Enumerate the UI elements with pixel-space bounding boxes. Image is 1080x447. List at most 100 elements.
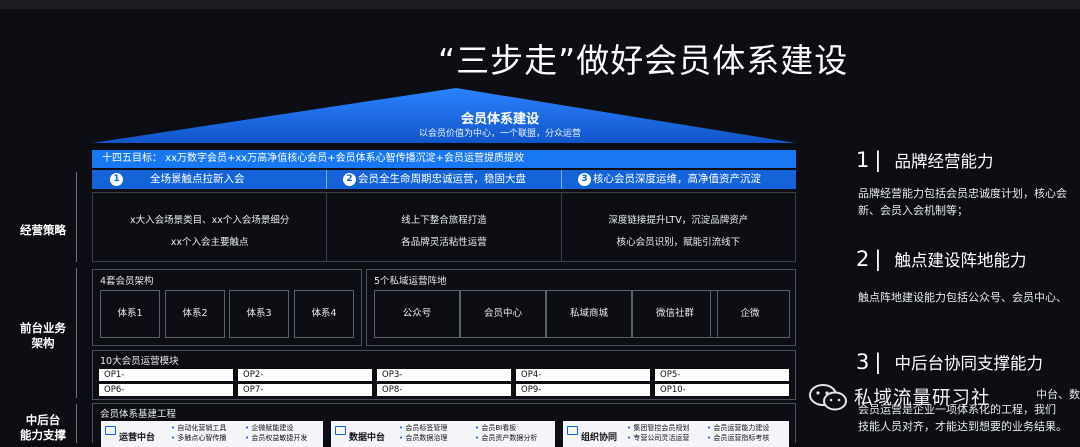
base-panel-title: 会员体系基建工程 [100, 409, 177, 420]
private-item: 会员中心 [460, 290, 546, 338]
base-tile-org: 组织协同 集团管控会员规划 专营公司灵活运营 会员运营能力建设 会员运营指标考核 [563, 421, 789, 447]
strategy-line: xx个入会主要触点 [170, 237, 249, 248]
roof-title: 会员体系建设 [460, 112, 539, 127]
section-number: 1 [856, 148, 870, 172]
op-item: OP2- [238, 369, 372, 381]
tile-item: 企微赋能建设 [245, 423, 307, 433]
right-section-2: 2 | 触点建设阵地能力 [856, 247, 1027, 271]
tile-item: 自动化营销工具 [171, 423, 226, 433]
op-item: OP6- [99, 384, 233, 396]
op-item: OP9- [516, 384, 650, 396]
goal-bar: 十四五目标： xx万数字会员+xx万高净值核心会员+会员体系心智传播沉淀+会员运… [92, 150, 796, 168]
tile-item: 多触点心智传播 [171, 433, 226, 443]
section-divider: | [874, 350, 882, 374]
private-panel-title: 5个私域运营阵地 [374, 276, 447, 287]
row-label-middle: 中后台 能力支撑 [0, 413, 86, 443]
op-item: OP10- [655, 384, 789, 396]
private-item: 企微 [710, 290, 790, 338]
step-label-3: 核心会员深度运维，高净值资产沉淀 [593, 173, 761, 185]
step-1: 1 全场景触点拉新入会 [92, 170, 327, 189]
strategy-line: 核心会员识别，赋能引流线下 [616, 237, 741, 248]
tile-item: 会员数据治理 [399, 433, 447, 443]
strategy-line: 深度链接提升LTV，沉淀品牌资产 [608, 215, 749, 226]
step-number-1: 1 [110, 173, 123, 186]
tile-item: 会员权益敏捷开发 [245, 433, 307, 443]
section-number: 2 [856, 247, 870, 271]
desc-line: 触点阵地建设能力包括公众号、会员中心、 [858, 291, 1067, 304]
strategy-line: x大入会场景类目、xx个入会场景细分 [129, 215, 290, 226]
arch-item: 体系2 [165, 290, 225, 338]
tile-item: 会员运营能力建设 [707, 423, 769, 433]
section-divider: | [874, 148, 882, 172]
tile-items: 自动化营销工具 多触点心智传播 [171, 423, 226, 443]
tile-item: 集团管控会员规划 [627, 423, 689, 433]
wechat-icon [809, 384, 847, 411]
tile-name: 数据中台 [349, 433, 386, 443]
tile-items: 会员运营能力建设 会员运营指标考核 [707, 423, 769, 443]
row-label-front: 前台业务 架构 [0, 321, 86, 351]
roof-subtitle: 以会员价值为中心，一个联盟，分众运营 [418, 129, 581, 139]
tile-items: 企微赋能建设 会员权益敏捷开发 [245, 423, 307, 443]
tile-items: 会员标签管理 会员数据治理 [399, 423, 447, 443]
row-label-line: 能力支撑 [20, 428, 66, 442]
tile-item: 会员标签管理 [399, 423, 447, 433]
private-item: 微信社群 [632, 290, 718, 338]
watermark-text: 私域流量研习社 [854, 388, 991, 409]
ops-panel-title: 10大会员运营模块 [100, 356, 179, 367]
op-item: OP5- [655, 369, 789, 381]
watermark: 私域流量研习社 [808, 382, 991, 412]
tile-item: 专营公司灵活运营 [627, 433, 689, 443]
section-title: 触点建设阵地能力 [894, 251, 1027, 270]
step-label-2: 会员全生命周期忠诚运营，稳固大盘 [358, 173, 526, 185]
arch-item: 体系3 [229, 290, 289, 338]
step-2: 2 会员全生命周期忠诚运营，稳固大盘 [327, 170, 562, 189]
strategy-col-1: x大入会场景类目、xx个入会场景细分 xx个入会主要触点 [93, 193, 328, 261]
arch-panel-title: 4套会员架构 [100, 276, 154, 287]
right-section-3: 3 | 中后台协同支撑能力 [856, 350, 1043, 374]
section-desc-2: 触点阵地建设能力包括公众号、会员中心、 [858, 289, 1067, 306]
strategy-line: 线上下整合旅程打造 [401, 215, 487, 226]
section-desc-1: 品牌经营能力包括会员忠诚度计划，核心会 新、会员入会机制等； [858, 185, 1067, 219]
strategy-line: 各品牌灵活粘性运营 [401, 237, 487, 248]
base-tile-ops: 运营中台 自动化营销工具 多触点心智传播 企微赋能建设 会员权益敏捷开发 [101, 421, 323, 447]
database-icon [335, 426, 346, 435]
step-label-1: 全场景触点拉新入会 [150, 173, 245, 185]
op-item: OP1- [99, 369, 233, 381]
tile-item: 会员运营指标考核 [707, 433, 769, 443]
base-panel: 会员体系基建工程 运营中台 自动化营销工具 多触点心智传播 企微赋能建设 会员权… [92, 403, 796, 447]
row-label-line: 架构 [31, 336, 55, 350]
section-title: 品牌经营能力 [894, 152, 994, 171]
right-section-1: 1 | 品牌经营能力 [856, 148, 994, 172]
base-tile-data: 数据中台 会员标签管理 会员数据治理 会员BI看板 会员资产数据分析 [331, 421, 555, 447]
strategy-col-2: 线上下整合旅程打造 各品牌灵活粘性运营 [327, 193, 562, 261]
op-item: OP4- [516, 369, 650, 381]
row-label-strategy: 经营策略 [20, 223, 66, 237]
row-label-line: 中后台 [25, 413, 61, 427]
arch-item: 体系4 [294, 290, 354, 338]
private-item: 公众号 [374, 290, 460, 338]
strategy-col-3: 深度链接提升LTV，沉淀品牌资产 核心会员识别，赋能引流线下 [562, 193, 795, 261]
tile-name: 运营中台 [119, 433, 156, 443]
strategy-panel: x大入会场景类目、xx个入会场景细分 xx个入会主要触点 线上下整合旅程打造 各… [92, 192, 796, 262]
org-icon [567, 426, 578, 435]
section-title: 中后台协同支撑能力 [894, 354, 1044, 373]
divider-line [76, 172, 77, 262]
step-number-2: 2 [343, 173, 356, 186]
ops-panel: 10大会员运营模块 OP1- OP2- OP3- OP4- OP5- OP6- … [92, 350, 796, 400]
tile-item: 会员资产数据分析 [475, 433, 537, 443]
steps-bar: 1 全场景触点拉新入会 2 会员全生命周期忠诚运营，稳固大盘 3 核心会员深度运… [92, 170, 796, 189]
row-label-line: 前台业务 [20, 321, 66, 335]
tile-name: 组织协同 [581, 433, 618, 443]
tile-item: 会员BI看板 [475, 423, 537, 433]
private-panel: 5个私域运营阵地 公众号 会员中心 私域商城 微信社群 企微 [366, 269, 796, 346]
op-item: OP3- [377, 369, 511, 381]
arch-panel: 4套会员架构 体系1 体系2 体系3 体系4 [92, 269, 362, 346]
tile-items: 集团管控会员规划 专营公司灵活运营 [627, 423, 689, 443]
tile-items: 会员BI看板 会员资产数据分析 [475, 423, 537, 443]
monitor-icon [105, 426, 116, 435]
step-3: 3 核心会员深度运维，高净值资产沉淀 [562, 170, 796, 189]
arch-item: 体系1 [100, 290, 160, 338]
desc-line: 技能人员对齐，才能达到想要的业务结果。 [858, 420, 1067, 433]
section-number: 3 [856, 350, 870, 374]
section-divider: | [874, 247, 882, 271]
